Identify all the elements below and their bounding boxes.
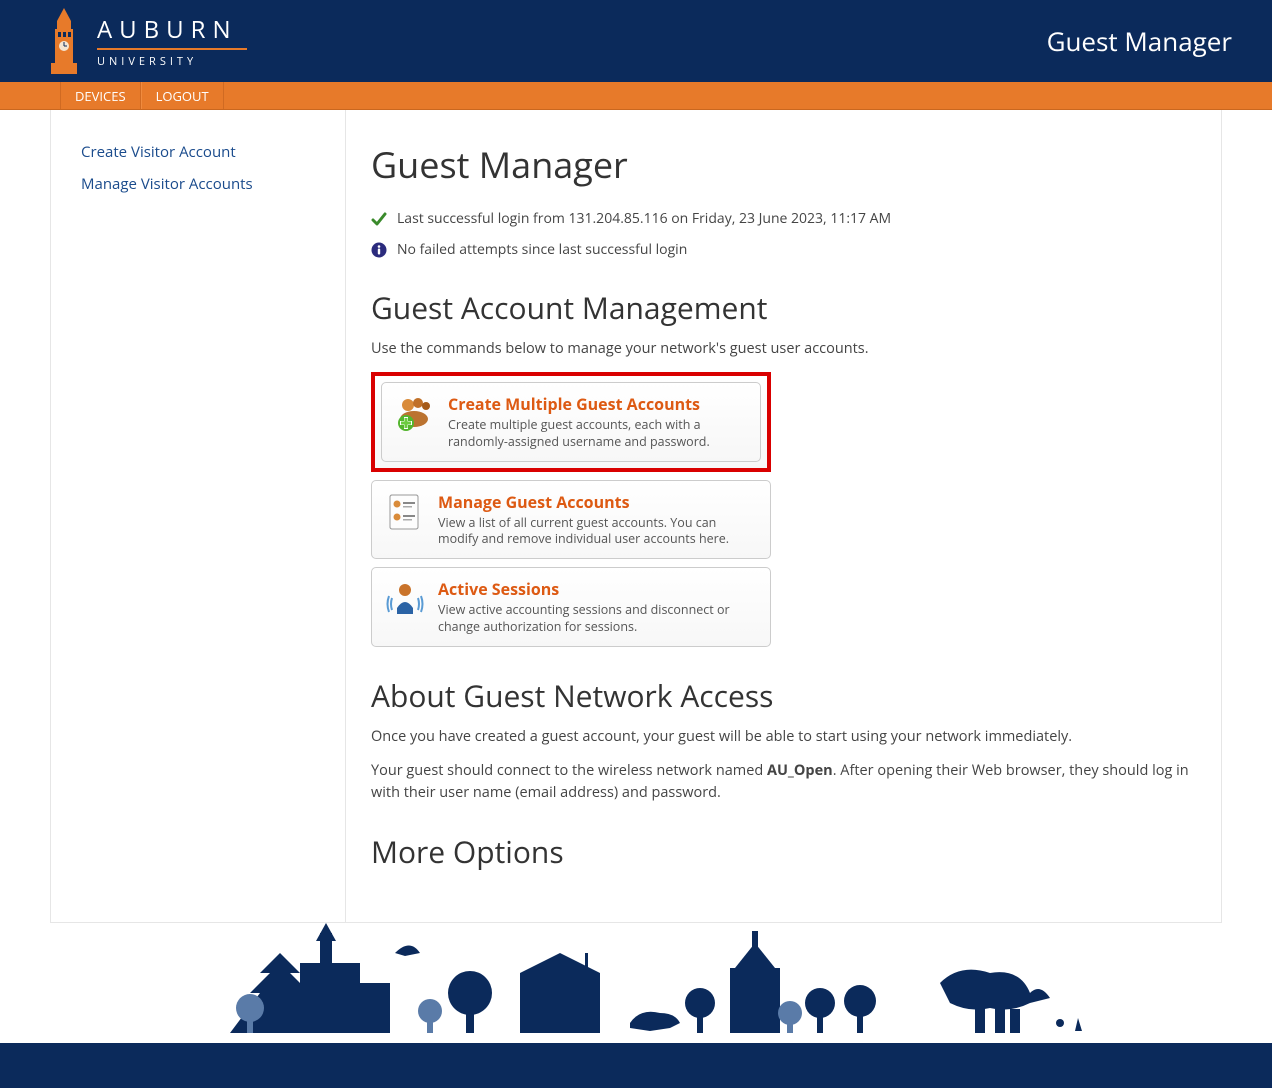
nav-bar: DEVICES LOGOUT [0,82,1272,110]
sidebar: Create Visitor Account Manage Visitor Ac… [51,110,346,922]
sidebar-manage-visitors[interactable]: Manage Visitor Accounts [51,168,345,200]
logo-text-main: AUBURN [97,13,247,46]
checkmark-icon [371,211,387,227]
about-p2: Your guest should connect to the wireles… [371,760,1196,804]
nav-logout[interactable]: LOGOUT [141,82,224,109]
failed-status-text: No failed attempts since last successful… [397,240,687,259]
page-title: Guest Manager [371,140,1196,189]
card-active-sessions[interactable]: Active Sessions View active accounting s… [371,567,771,647]
card-manage-guest[interactable]: Manage Guest Accounts View a list of all… [371,480,771,560]
app-header: AUBURN UNIVERSITY Guest Manager [0,0,1272,82]
card-create-multiple-desc: Create multiple guest accounts, each wit… [448,417,748,451]
nav-devices[interactable]: DEVICES [60,82,141,109]
page-header-title: Guest Manager [1047,23,1232,59]
list-document-icon [384,491,426,533]
card-active-sessions-desc: View active accounting sessions and disc… [438,602,758,636]
auburn-tower-icon [45,8,83,74]
card-active-sessions-title: Active Sessions [438,578,758,600]
network-name: AU_Open [767,761,833,780]
section-more-options: More Options [371,831,1196,872]
info-icon [371,242,387,258]
main-content: Guest Manager Last successful login from… [346,110,1221,922]
section-guest-mgmt: Guest Account Management [371,287,1196,328]
user-signal-icon [384,578,426,620]
logo: AUBURN UNIVERSITY [45,8,247,74]
mgmt-desc: Use the commands below to manage your ne… [371,338,1196,360]
footer-skyline [0,923,1272,1043]
users-plus-icon [394,393,436,435]
section-about: About Guest Network Access [371,675,1196,716]
card-manage-guest-title: Manage Guest Accounts [438,491,758,513]
logo-text-sub: UNIVERSITY [97,54,247,69]
login-status-line: Last successful login from 131.204.85.11… [371,209,1196,228]
card-create-multiple[interactable]: Create Multiple Guest Accounts Create mu… [371,372,771,472]
card-create-multiple-title: Create Multiple Guest Accounts [448,393,748,415]
sidebar-create-visitor[interactable]: Create Visitor Account [51,136,345,168]
footer-bar [0,1043,1272,1088]
login-status-text: Last successful login from 131.204.85.11… [397,209,891,228]
about-p1: Once you have created a guest account, y… [371,726,1196,748]
failed-status-line: No failed attempts since last successful… [371,240,1196,259]
card-manage-guest-desc: View a list of all current guest account… [438,515,758,549]
